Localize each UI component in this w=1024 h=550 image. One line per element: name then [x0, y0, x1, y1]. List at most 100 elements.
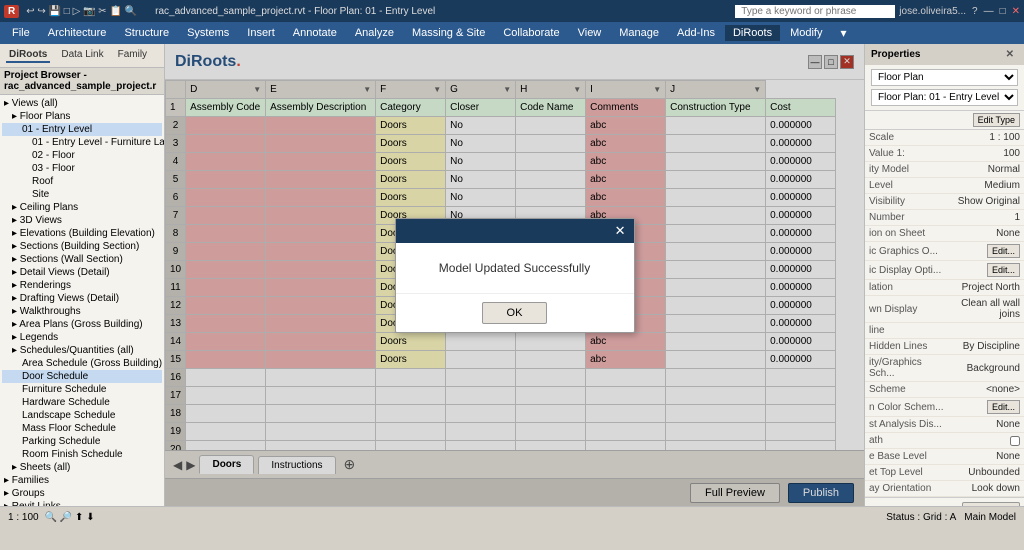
filename-label: rac_advanced_sample_project.rvt - Floor … [152, 6, 438, 17]
tree-item[interactable]: ▸ Walkthroughs [2, 305, 162, 318]
properties-title: Properties [871, 49, 920, 60]
menu-addins[interactable]: Add-Ins [669, 25, 723, 41]
tree-item[interactable]: ▸ Ceiling Plans [2, 201, 162, 214]
tree-item[interactable]: Site [2, 188, 162, 201]
property-row: Number1 [865, 210, 1024, 226]
prop-label: ic Display Opti... [869, 265, 985, 276]
menu-bar: File Architecture Structure Systems Inse… [0, 22, 1024, 44]
prop-checkbox[interactable] [1010, 436, 1020, 446]
tree-item[interactable]: 02 - Floor [2, 149, 162, 162]
tree-item[interactable]: ▸ Legends [2, 331, 162, 344]
minimize-btn[interactable]: — [984, 6, 994, 17]
tree-item[interactable]: Mass Floor Schedule [2, 422, 162, 435]
prop-value: By Discipline [945, 341, 1021, 352]
tree-item[interactable]: Roof [2, 175, 162, 188]
prop-label: Scale [869, 132, 945, 143]
menu-structure[interactable]: Structure [116, 25, 177, 41]
help-icon[interactable]: ? [972, 6, 978, 17]
tree-item[interactable]: ▸ Sheets (all) [2, 461, 162, 474]
menu-collaborate[interactable]: Collaborate [495, 25, 567, 41]
property-row: ity ModelNormal [865, 162, 1024, 178]
tree-item[interactable]: ▸ Floor Plans [2, 110, 162, 123]
prop-value: Look down [945, 483, 1021, 494]
menu-contextual[interactable]: ▾ [832, 24, 854, 42]
tree-item[interactable]: Hardware Schedule [2, 396, 162, 409]
tree-item[interactable]: ▸ Schedules/Quantities (all) [2, 344, 162, 357]
prop-label: e Base Level [869, 451, 945, 462]
prop-label: Scheme [869, 384, 945, 395]
grid-label: Status : Grid : A [886, 512, 956, 523]
tree-item[interactable]: Room Finish Schedule [2, 448, 162, 461]
tree-item[interactable]: ▸ Families [2, 474, 162, 487]
tree-item[interactable]: Furniture Schedule [2, 383, 162, 396]
status-right: Status : Grid : A Main Model [886, 512, 1016, 523]
close-btn[interactable]: ✕ [1012, 6, 1020, 17]
tree-item[interactable]: Landscape Schedule [2, 409, 162, 422]
tree-item[interactable]: ▸ Sections (Wall Section) [2, 253, 162, 266]
property-row: ath [865, 433, 1024, 449]
tree-item[interactable]: ▸ 3D Views [2, 214, 162, 227]
tree-item[interactable]: 01 - Entry Level - Furniture Layo... [2, 136, 162, 149]
prop-edit-btn[interactable]: Edit... [987, 263, 1020, 277]
modal-title [404, 225, 407, 237]
prop-value: Medium [945, 180, 1021, 191]
menu-view[interactable]: View [570, 25, 610, 41]
menu-insert[interactable]: Insert [239, 25, 283, 41]
menu-diroots[interactable]: DiRoots [725, 25, 780, 41]
prop-value: None [945, 228, 1021, 239]
right-panel-close-btn[interactable]: ✕ [1002, 47, 1018, 62]
project-browser-tree[interactable]: ▸ Views (all)▸ Floor Plans 01 - Entry Le… [0, 95, 164, 506]
model-label: Main Model [964, 512, 1016, 523]
menu-massing[interactable]: Massing & Site [404, 25, 493, 41]
prop-edit-btn[interactable]: Edit... [987, 400, 1020, 414]
tree-item[interactable]: Parking Schedule [2, 435, 162, 448]
prop-label: lation [869, 282, 945, 293]
tree-item[interactable]: Door Schedule [2, 370, 162, 383]
status-bar: 1 : 100 🔍 🔎 ⬆ ⬇ Status : Grid : A Main M… [0, 506, 1024, 528]
menu-analyze[interactable]: Analyze [347, 25, 402, 41]
property-row: ic Display Opti...Edit... [865, 261, 1024, 280]
property-row: et Top LevelUnbounded [865, 465, 1024, 481]
modal-titlebar: ✕ [396, 219, 634, 243]
prop-label: Hidden Lines [869, 341, 945, 352]
tree-item[interactable]: ▸ Area Plans (Gross Building) [2, 318, 162, 331]
menu-architecture[interactable]: Architecture [40, 25, 115, 41]
apply-section: Apply [865, 497, 1024, 506]
edit-type-button[interactable]: Edit Type [973, 113, 1020, 127]
maximize-btn[interactable]: □ [1000, 6, 1006, 17]
tree-item[interactable]: Area Schedule (Gross Building) [2, 357, 162, 370]
tab-datalink[interactable]: Data Link [58, 48, 106, 63]
menu-manage[interactable]: Manage [611, 25, 667, 41]
tree-item[interactable]: 01 - Entry Level [2, 123, 162, 136]
prop-label: ic Graphics O... [869, 246, 985, 257]
menu-systems[interactable]: Systems [179, 25, 237, 41]
view-instance-select[interactable]: Floor Plan: 01 - Entry Level [871, 89, 1018, 106]
search-input[interactable] [735, 5, 895, 18]
modal-ok-button[interactable]: OK [482, 302, 548, 324]
tree-item[interactable]: ▸ Groups [2, 487, 162, 500]
tab-diroots[interactable]: DiRoots [6, 48, 50, 63]
view-type-select[interactable]: Floor Plan [871, 69, 1018, 86]
tree-item[interactable]: 03 - Floor [2, 162, 162, 175]
tab-family[interactable]: Family [115, 48, 150, 63]
prop-value: Normal [945, 164, 1021, 175]
scale-display: 1 : 100 [8, 512, 39, 523]
tree-item[interactable]: ▸ Renderings [2, 279, 162, 292]
prop-label: ay Orientation [869, 483, 945, 494]
modal-close-icon[interactable]: ✕ [615, 223, 626, 239]
prop-edit-btn[interactable]: Edit... [987, 244, 1020, 258]
menu-annotate[interactable]: Annotate [285, 25, 345, 41]
apply-button[interactable]: Apply [962, 502, 1020, 506]
project-browser-header: Project Browser - rac_advanced_sample_pr… [0, 68, 164, 95]
menu-file[interactable]: File [4, 25, 38, 41]
menu-modify[interactable]: Modify [782, 25, 830, 41]
prop-label: wn Display [869, 304, 945, 315]
tree-item[interactable]: ▸ Elevations (Building Elevation) [2, 227, 162, 240]
tree-item[interactable]: ▸ Drafting Views (Detail) [2, 292, 162, 305]
tree-item[interactable]: ▸ Sections (Building Section) [2, 240, 162, 253]
property-row: st Analysis Dis...None [865, 417, 1024, 433]
quick-access-toolbar[interactable]: ↩ ↪ 💾 □ ▷ 📷 ✂ 📋 🔍 [23, 6, 140, 17]
tree-item[interactable]: ▸ Views (all) [2, 97, 162, 110]
tree-item[interactable]: ▸ Revit Links [2, 500, 162, 506]
tree-item[interactable]: ▸ Detail Views (Detail) [2, 266, 162, 279]
